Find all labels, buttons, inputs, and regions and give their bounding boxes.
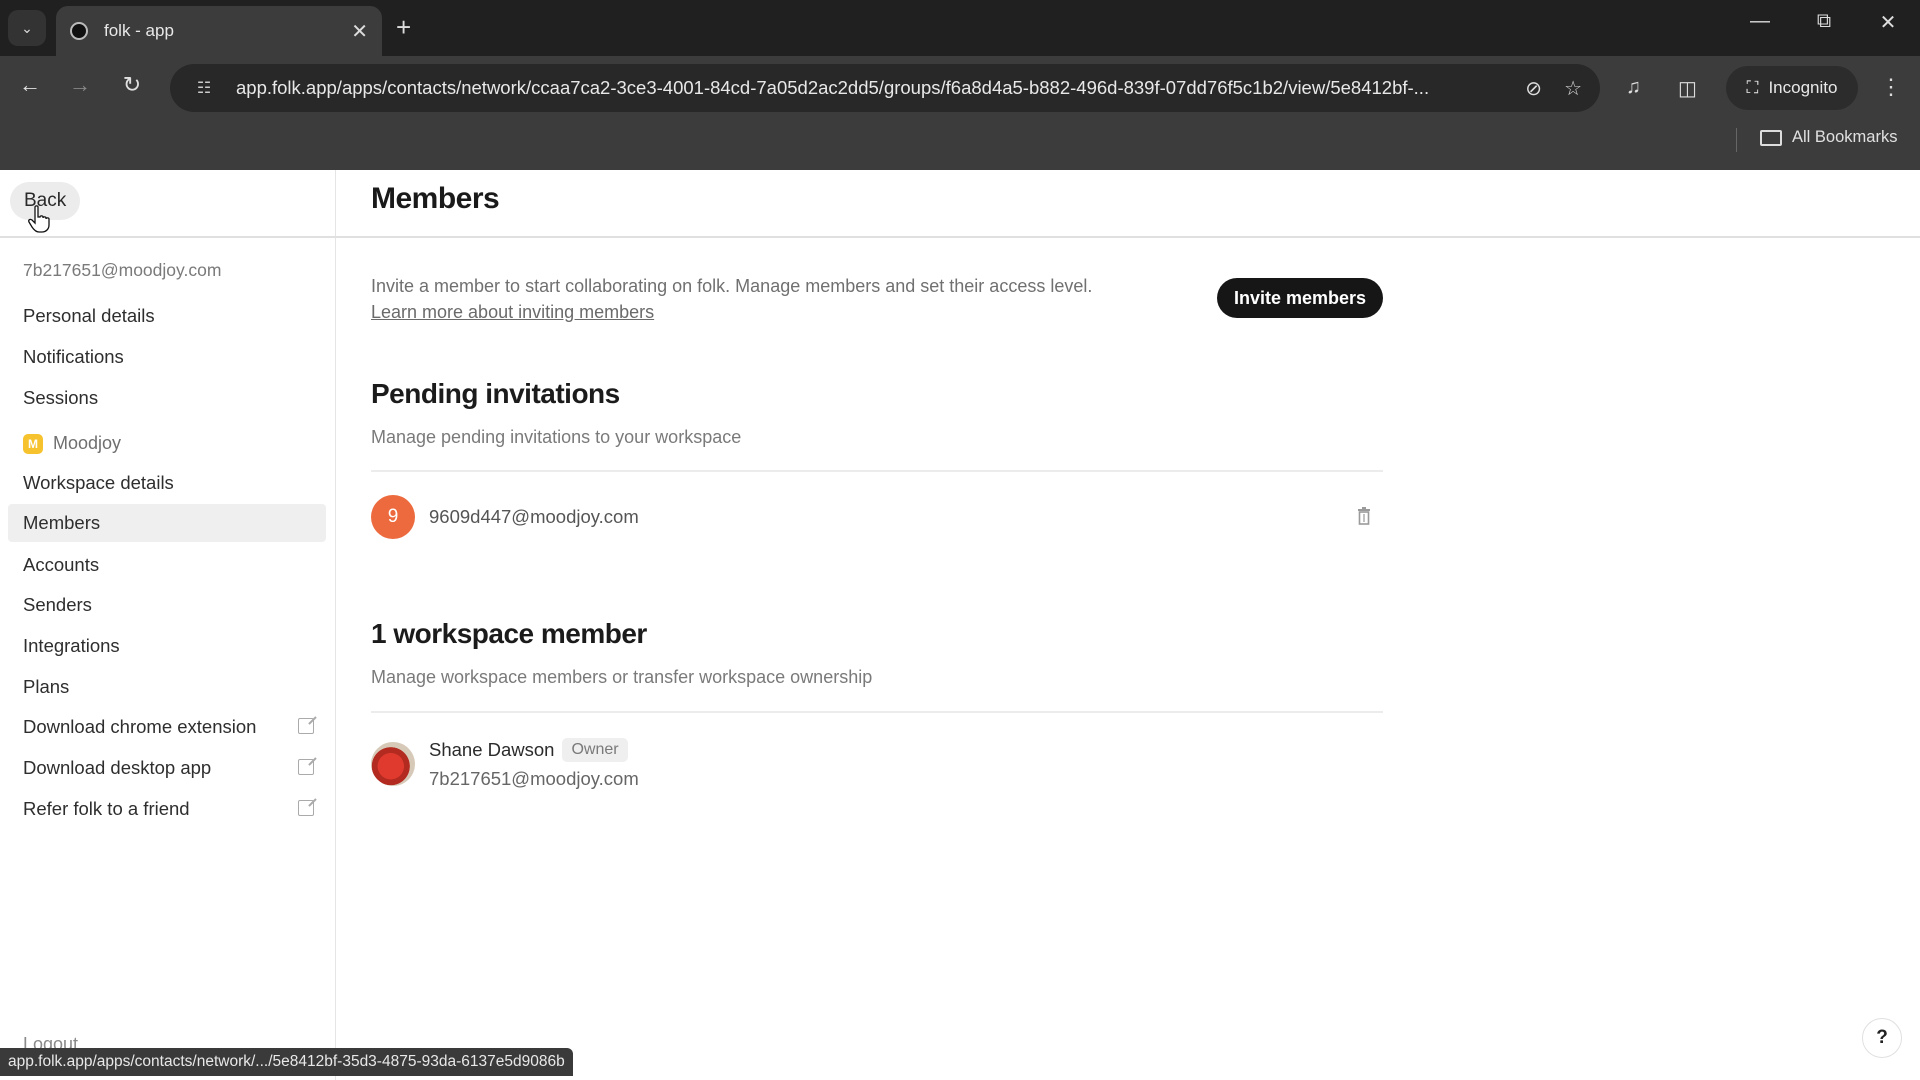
- intro-text: Invite a member to start collaborating o…: [371, 273, 1092, 325]
- sidebar-item-label: Accounts: [23, 554, 100, 575]
- page-title: Members: [371, 182, 500, 215]
- pending-invitation-row: 9 9609d447@moodjoy.com: [371, 495, 1383, 539]
- reload-icon[interactable]: ↻: [114, 72, 150, 98]
- sidebar-item-download-chrome-extension[interactable]: Download chrome extension: [8, 708, 326, 746]
- chevron-down-icon: ⌄: [21, 19, 33, 36]
- invite-members-button[interactable]: Invite members: [1217, 278, 1383, 318]
- section-divider: [371, 711, 1383, 713]
- sidebar-item-integrations[interactable]: Integrations: [8, 627, 326, 665]
- member-avatar: [371, 742, 415, 786]
- sidebar-item-senders[interactable]: Senders: [8, 586, 326, 624]
- section-divider: [371, 470, 1383, 472]
- workspace-members-subtitle: Manage workspace members or transfer wor…: [371, 667, 873, 687]
- sidebar-item-members[interactable]: Members: [8, 504, 326, 542]
- workspace-badge: M: [23, 433, 43, 454]
- incognito-badge[interactable]: ⛶ Incognito: [1726, 66, 1858, 110]
- tab-search-button[interactable]: ⌄: [8, 10, 46, 46]
- external-link-icon: [298, 759, 314, 775]
- role-badge: Owner: [562, 738, 628, 762]
- incognito-label: Incognito: [1768, 78, 1838, 97]
- invitee-avatar: 9: [371, 495, 415, 539]
- media-queue-icon[interactable]: ♫: [1626, 76, 1641, 99]
- sidebar-item-label: Download chrome extension: [23, 716, 257, 737]
- star-icon[interactable]: ☆: [1564, 76, 1582, 101]
- sidebar-item-workspace-details[interactable]: Workspace details: [8, 464, 326, 502]
- sidebar-item-download-desktop-app[interactable]: Download desktop app: [8, 749, 326, 787]
- bookmarks-separator: [1736, 128, 1737, 152]
- sidebar-item-refer-folk[interactable]: Refer folk to a friend: [8, 790, 326, 828]
- link-status-bar: app.folk.app/apps/contacts/network/.../5…: [0, 1048, 573, 1076]
- trash-icon[interactable]: [1357, 507, 1371, 525]
- intro-description: Invite a member to start collaborating o…: [371, 276, 1093, 296]
- url-text[interactable]: app.folk.app/apps/contacts/network/ccaa7…: [236, 77, 1503, 99]
- sidebar-item-sessions[interactable]: Sessions: [8, 379, 326, 417]
- sidebar-item-label: Plans: [23, 676, 70, 697]
- pending-invitations-title: Pending invitations: [371, 378, 620, 409]
- address-bar[interactable]: ☷ app.folk.app/apps/contacts/network/cca…: [170, 64, 1600, 112]
- sidebar-divider: [0, 236, 336, 238]
- workspace-name: Moodjoy: [53, 433, 122, 453]
- pending-invitations-subtitle: Manage pending invitations to your works…: [371, 427, 742, 447]
- sidebar-item-label: Download desktop app: [23, 757, 212, 778]
- tab-strip: ⌄ folk - app ✕ + — ⧉ ✕: [0, 0, 1920, 56]
- eye-off-icon[interactable]: ⊘: [1525, 76, 1542, 101]
- sidebar-item-label: Senders: [23, 594, 92, 615]
- tab-title: folk - app: [104, 21, 174, 40]
- settings-sidebar: Back 7b217651@moodjoy.com Personal detai…: [0, 170, 336, 1080]
- sidebar-item-label: Refer folk to a friend: [23, 798, 190, 819]
- sidebar-item-label: Notifications: [23, 346, 124, 367]
- side-panel-icon[interactable]: ◫: [1678, 76, 1697, 101]
- arrow-right-icon[interactable]: →: [62, 72, 98, 98]
- sidebar-item-plans[interactable]: Plans: [8, 668, 326, 706]
- window-close-icon[interactable]: ✕: [1868, 10, 1908, 35]
- learn-more-link[interactable]: Learn more about inviting members: [371, 302, 654, 322]
- external-link-icon: [298, 718, 314, 734]
- help-button[interactable]: ?: [1862, 1018, 1902, 1058]
- restore-icon[interactable]: ⧉: [1804, 10, 1844, 33]
- workspace-members-title: 1 workspace member: [371, 618, 647, 649]
- sidebar-item-notifications[interactable]: Notifications: [8, 338, 326, 376]
- member-name-line: Shane Dawson Owner: [429, 738, 639, 762]
- plus-icon[interactable]: +: [396, 12, 411, 43]
- folk-favicon-icon: [70, 22, 88, 40]
- app: Back 7b217651@moodjoy.com Personal detai…: [0, 170, 1920, 1080]
- all-bookmarks-button[interactable]: All Bookmarks: [1760, 128, 1897, 147]
- all-bookmarks-label: All Bookmarks: [1792, 128, 1898, 146]
- external-link-icon: [298, 800, 314, 816]
- sidebar-item-label: Workspace details: [23, 472, 174, 493]
- members-panel: Members Invite a member to start collabo…: [336, 170, 1920, 1080]
- invitee-email: 9609d447@moodjoy.com: [429, 506, 639, 527]
- member-name: Shane Dawson: [429, 739, 555, 760]
- browser-tab[interactable]: folk - app ✕: [56, 6, 382, 56]
- sidebar-item-label: Personal details: [23, 305, 155, 326]
- member-info: Shane Dawson Owner 7b217651@moodjoy.com: [429, 738, 639, 790]
- incognito-icon: ⛶: [1746, 78, 1759, 97]
- sidebar-item-personal-details[interactable]: Personal details: [8, 297, 326, 335]
- sidebar-item-label: Sessions: [23, 387, 99, 408]
- minimize-icon[interactable]: —: [1740, 10, 1780, 33]
- member-email: 7b217651@moodjoy.com: [429, 768, 639, 789]
- workspace-header: M Moodjoy: [23, 433, 121, 454]
- sidebar-item-label: Integrations: [23, 635, 120, 656]
- sidebar-item-label: Members: [23, 512, 101, 533]
- browser-chrome: ⌄ folk - app ✕ + — ⧉ ✕ ← → ↻ ☷ app.folk.…: [0, 0, 1920, 170]
- folder-icon: [1760, 129, 1782, 146]
- arrow-left-icon[interactable]: ←: [12, 72, 48, 98]
- sidebar-item-accounts[interactable]: Accounts: [8, 546, 326, 584]
- hand-cursor-icon: [28, 205, 50, 233]
- user-email: 7b217651@moodjoy.com: [23, 260, 222, 280]
- tune-icon[interactable]: ☷: [188, 72, 220, 104]
- close-icon[interactable]: ✕: [351, 19, 368, 44]
- kebab-icon[interactable]: ⋮: [1880, 74, 1902, 100]
- member-row[interactable]: Shane Dawson Owner 7b217651@moodjoy.com: [371, 738, 1383, 790]
